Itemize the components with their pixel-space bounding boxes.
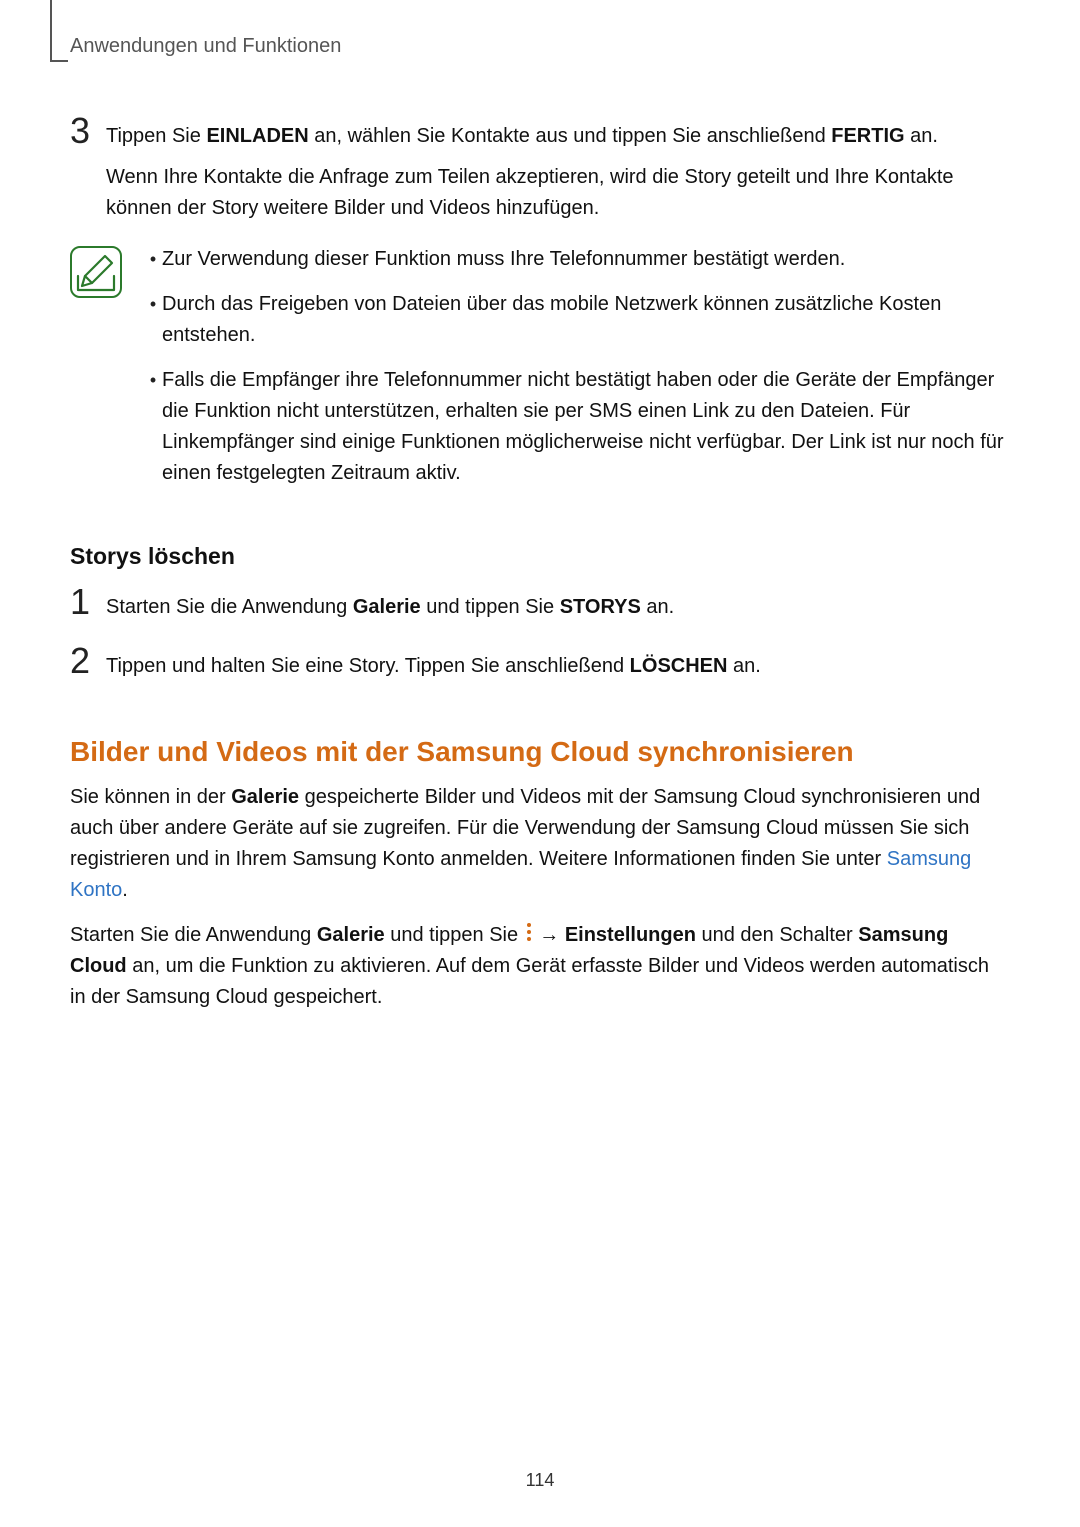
step-number: 1	[70, 584, 106, 620]
ui-label-galerie: Galerie	[231, 786, 299, 808]
note-text: Durch das Freigeben von Dateien über das…	[162, 289, 1010, 351]
pencil-note-icon	[72, 248, 120, 296]
ui-label-einladen: EINLADEN	[206, 125, 308, 147]
note-block: • Zur Verwendung dieser Funktion muss Ih…	[70, 244, 1010, 503]
more-options-icon	[524, 923, 534, 941]
bullet-icon: •	[144, 365, 162, 395]
text: an.	[905, 125, 938, 147]
arrow: →	[534, 924, 565, 946]
step-body: Starten Sie die Anwendung Galerie und ti…	[106, 584, 1010, 633]
step3-para2: Wenn Ihre Kontakte die Anfrage zum Teile…	[106, 162, 1010, 224]
step3-line1: Tippen Sie EINLADEN an, wählen Sie Konta…	[106, 121, 1010, 152]
page-number: 114	[0, 1470, 1080, 1491]
text: an, um die Funktion zu aktivieren. Auf d…	[70, 955, 989, 1008]
sync-para2: Starten Sie die Anwendung Galerie und ti…	[70, 920, 1010, 1013]
text: Tippen Sie	[106, 125, 206, 147]
heading-sync-cloud: Bilder und Videos mit der Samsung Cloud …	[70, 736, 1010, 768]
text: und tippen Sie	[421, 596, 560, 618]
text: und den Schalter	[696, 924, 858, 946]
delete-step-1: 1 Starten Sie die Anwendung Galerie und …	[70, 584, 1010, 633]
text: Starten Sie die Anwendung	[70, 924, 317, 946]
ui-label-loeschen: LÖSCHEN	[630, 655, 728, 677]
bullet-icon: •	[144, 244, 162, 274]
note-text: Zur Verwendung dieser Funktion muss Ihre…	[162, 244, 1010, 275]
note-item: • Durch das Freigeben von Dateien über d…	[144, 289, 1010, 351]
step-number: 3	[70, 113, 106, 149]
delete-step2-text: Tippen und halten Sie eine Story. Tippen…	[106, 651, 1010, 682]
delete-step-2: 2 Tippen und halten Sie eine Story. Tipp…	[70, 643, 1010, 692]
sync-para1: Sie können in der Galerie gespeicherte B…	[70, 782, 1010, 906]
ui-label-galerie: Galerie	[353, 596, 421, 618]
text: Tippen und halten Sie eine Story. Tippen…	[106, 655, 630, 677]
step-number: 2	[70, 643, 106, 679]
text: an.	[727, 655, 760, 677]
text: an, wählen Sie Kontakte aus und tippen S…	[309, 125, 832, 147]
note-text: Falls die Empfänger ihre Telefonnummer n…	[162, 365, 1010, 489]
bullet-icon: •	[144, 289, 162, 319]
text: und tippen Sie	[385, 924, 524, 946]
delete-step1-text: Starten Sie die Anwendung Galerie und ti…	[106, 592, 1010, 623]
note-list: • Zur Verwendung dieser Funktion muss Ih…	[144, 244, 1010, 503]
note-item: • Zur Verwendung dieser Funktion muss Ih…	[144, 244, 1010, 275]
ui-label-galerie: Galerie	[317, 924, 385, 946]
text: an.	[641, 596, 674, 618]
step-body: Tippen Sie EINLADEN an, wählen Sie Konta…	[106, 113, 1010, 234]
ui-label-storys: STORYS	[560, 596, 641, 618]
text: Sie können in der	[70, 786, 231, 808]
page-corner-decoration	[50, 0, 68, 62]
ui-label-fertig: FERTIG	[831, 125, 904, 147]
heading-storys-loeschen: Storys löschen	[70, 543, 1010, 570]
text: .	[122, 879, 128, 901]
step-body: Tippen und halten Sie eine Story. Tippen…	[106, 643, 1010, 692]
running-head: Anwendungen und Funktionen	[70, 35, 1010, 58]
note-item: • Falls die Empfänger ihre Telefonnummer…	[144, 365, 1010, 489]
step-3: 3 Tippen Sie EINLADEN an, wählen Sie Kon…	[70, 113, 1010, 234]
document-page: Anwendungen und Funktionen 3 Tippen Sie …	[0, 0, 1080, 1527]
ui-label-einstellungen: Einstellungen	[565, 924, 696, 946]
note-icon	[70, 246, 122, 298]
text: Starten Sie die Anwendung	[106, 596, 353, 618]
